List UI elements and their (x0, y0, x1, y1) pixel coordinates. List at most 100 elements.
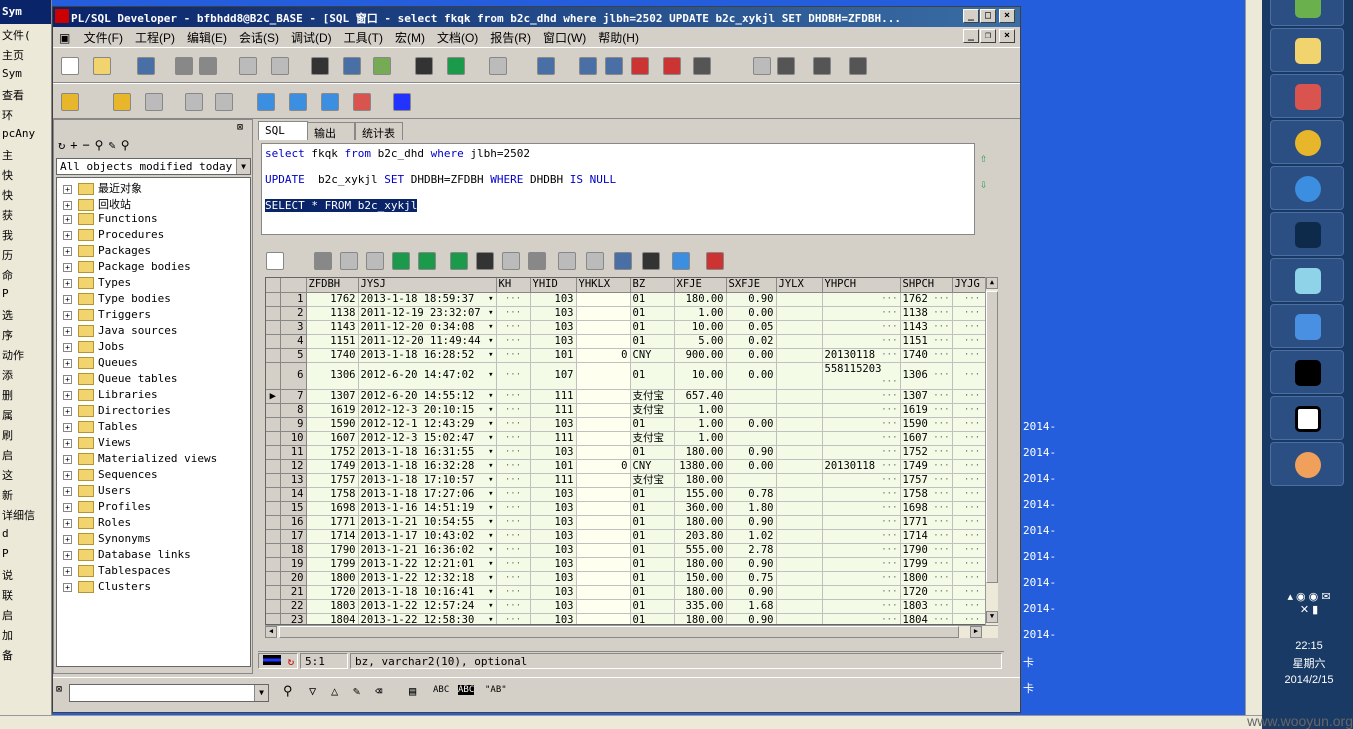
cell-jylx[interactable] (776, 362, 823, 390)
expand-icon[interactable]: + (63, 582, 72, 592)
taskbar-app-red[interactable] (1270, 74, 1344, 118)
cell-zfdbh[interactable]: 1720 (306, 585, 359, 600)
cell-kh-ellipsis[interactable]: ··· (496, 334, 531, 349)
cell-yhklx[interactable] (576, 529, 631, 544)
cell-yhklx[interactable] (576, 362, 631, 390)
cell-zfdbh[interactable]: 1714 (306, 529, 359, 544)
cell-shpch[interactable]: 1749 ··· (900, 459, 953, 474)
find-replace-icon[interactable] (447, 57, 465, 75)
dropdown-arrow-icon[interactable]: ▾ (488, 307, 493, 320)
cell-xfje[interactable]: 180.00 (674, 445, 727, 460)
cell-bz[interactable]: 01 (630, 585, 675, 600)
cell-yhpch[interactable]: 558115203 ··· (822, 362, 901, 390)
cell-yhklx[interactable] (576, 389, 631, 404)
cell-yhpch[interactable]: ··· (822, 543, 901, 558)
taskbar-users[interactable] (1270, 442, 1344, 486)
cell-sxfje[interactable]: 0.00 (726, 417, 777, 432)
cell-jysj[interactable]: 2011-12-20 11:49:44 ▾ (358, 334, 497, 349)
cell-yhpch[interactable]: ··· (822, 501, 901, 516)
cell-yhpch[interactable]: ··· (822, 292, 901, 307)
dropdown-arrow-icon[interactable]: ▾ (488, 572, 493, 585)
column-header[interactable]: ZFDBH (306, 278, 359, 293)
fetch-next-icon[interactable] (418, 252, 436, 270)
cell-shpch[interactable]: 1800 ··· (900, 571, 953, 586)
dropdown-arrow-icon[interactable]: ▾ (488, 614, 493, 625)
expand-icon[interactable]: + (63, 486, 72, 496)
cell-sxfje[interactable] (726, 473, 777, 488)
cell-zfdbh[interactable]: 1138 (306, 306, 359, 321)
expand-icon[interactable]: + (63, 550, 72, 560)
tree-node[interactable]: + Synonyms (63, 532, 151, 548)
cell-yhklx[interactable] (576, 306, 631, 321)
result-grid[interactable]: ZFDBH JYSJ KH YHID YHKLX BZ XFJE SXFJE JYLX YHPCH… (265, 277, 997, 625)
ellipsis-button[interactable]: ··· (933, 460, 949, 473)
column-header[interactable]: YHKLX (576, 278, 631, 293)
open-icon[interactable] (93, 57, 111, 75)
ellipsis-button[interactable]: ··· (881, 335, 897, 348)
cell-kh-ellipsis[interactable]: ··· (496, 348, 531, 363)
arrow-down-icon[interactable]: ⇩ (980, 177, 987, 191)
cell-jysj[interactable]: 2012-6-20 14:55:12 ▾ (358, 389, 497, 404)
expand-icon[interactable]: + (63, 326, 72, 336)
tray-icons[interactable]: ▴ ◉ ◉ ✉ ✕ ▮ (1272, 590, 1346, 640)
cell-jylx[interactable] (776, 529, 823, 544)
close-pane-icon[interactable]: ⊠ (237, 122, 243, 133)
cell-kh-ellipsis[interactable]: ··· (496, 515, 531, 530)
cell-jylx[interactable] (776, 306, 823, 321)
cell-jysj[interactable]: 2013-1-21 10:54:55 ▾ (358, 515, 497, 530)
cell-yhpch[interactable]: ··· (822, 306, 901, 321)
expand-icon[interactable]: + (63, 374, 72, 384)
tree-node[interactable]: + Functions (63, 212, 158, 228)
expand-icon[interactable]: + (63, 246, 72, 256)
cell-yhklx[interactable] (576, 501, 631, 516)
ellipsis-button[interactable]: ··· (881, 349, 897, 362)
cell-yhklx[interactable] (576, 403, 631, 418)
cell-shpch[interactable]: 1740 ··· (900, 348, 953, 363)
ellipsis-button[interactable]: ··· (933, 600, 949, 613)
cell-jysj[interactable]: 2013-1-18 16:31:55 ▾ (358, 445, 497, 460)
expand-icon[interactable]: + (63, 518, 72, 528)
cell-kh-ellipsis[interactable]: ··· (496, 501, 531, 516)
query-by-example-icon[interactable] (476, 252, 494, 270)
taskbar-app-1[interactable] (1270, 0, 1344, 26)
column-header[interactable]: JYSJ (358, 278, 497, 293)
cell-xfje[interactable]: 203.80 (674, 529, 727, 544)
menu-item[interactable]: 宏(M) (389, 27, 431, 48)
cell-shpch[interactable]: 1720 ··· (900, 585, 953, 600)
object-browser-toolbar[interactable]: ↻+−⚲✎⚲ (58, 138, 134, 152)
tree-node[interactable]: + Materialized views (63, 452, 217, 468)
cell-bz[interactable]: CNY (630, 459, 675, 474)
cell-shpch[interactable]: 1799 ··· (900, 557, 953, 572)
ellipsis-button[interactable]: ··· (881, 460, 897, 473)
cell-shpch[interactable]: 1590 ··· (900, 417, 953, 432)
grid-horizontal-scrollbar[interactable]: ◀ ▶ (265, 625, 998, 638)
tab-sql[interactable]: SQL (258, 121, 308, 140)
cell-yhpch[interactable]: ··· (822, 613, 901, 624)
dropdown-arrow-icon[interactable]: ▾ (488, 321, 493, 334)
table-row[interactable]: 13 1757 2013-1-18 17:10:57 ▾ ··· 111 支付宝 180.0… (266, 473, 993, 488)
tree-node[interactable]: + Procedures (63, 228, 164, 244)
column-header[interactable]: XFJE (674, 278, 727, 293)
cell-yhpch[interactable]: ··· (822, 417, 901, 432)
cell-xfje[interactable]: 360.00 (674, 501, 727, 516)
cell-bz[interactable]: 01 (630, 613, 675, 624)
table-row[interactable]: 8 1619 2012-12-3 20:10:15 ▾ ··· 111 支付宝 1.00 ··… (266, 403, 993, 418)
table-row[interactable]: 16 1771 2013-1-21 10:54:55 ▾ ··· 103 01 180.00… (266, 515, 993, 530)
tree-node[interactable]: + Libraries (63, 388, 158, 404)
cell-shpch[interactable]: 1138 ··· (900, 306, 953, 321)
cell-bz[interactable]: 01 (630, 417, 675, 432)
rollback-disabled-icon[interactable] (215, 93, 233, 111)
cell-sxfje[interactable]: 0.90 (726, 557, 777, 572)
ellipsis-button[interactable]: ··· (933, 530, 949, 543)
table-row[interactable]: 9 1590 2012-12-1 12:43:29 ▾ ··· 103 01 1.00 0.0… (266, 417, 993, 432)
cell-jysj[interactable]: 2013-1-18 10:16:41 ▾ (358, 585, 497, 600)
expand-icon[interactable]: + (63, 214, 72, 224)
cell-sxfje[interactable]: 0.00 (726, 459, 777, 474)
table-row[interactable]: 14 1758 2013-1-18 17:27:06 ▾ ··· 103 01 155.00… (266, 487, 993, 502)
cell-bz[interactable]: 01 (630, 320, 675, 335)
cell-sxfje[interactable]: 0.90 (726, 515, 777, 530)
ellipsis-button[interactable]: ··· (881, 446, 897, 459)
cell-jylx[interactable] (776, 431, 823, 446)
cell-yhid[interactable]: 103 (530, 306, 577, 321)
cell-yhpch[interactable]: ··· (822, 320, 901, 335)
